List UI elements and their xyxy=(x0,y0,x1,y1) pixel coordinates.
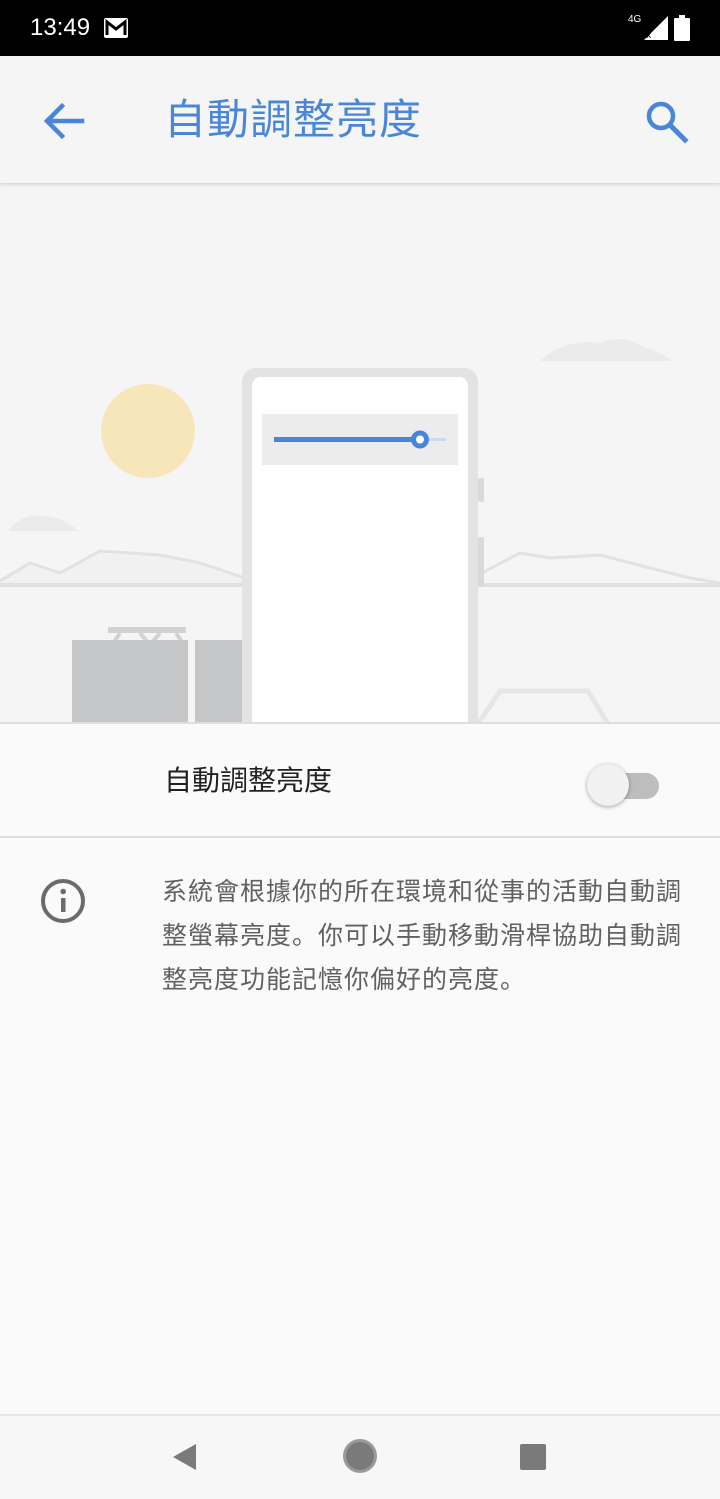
search-button[interactable] xyxy=(638,93,694,149)
back-button[interactable] xyxy=(36,93,92,149)
navigation-bar xyxy=(0,1414,720,1499)
cloud-shape xyxy=(540,339,672,361)
divider xyxy=(0,722,720,724)
auto-brightness-switch[interactable] xyxy=(585,761,661,806)
app-bar: 自動調整亮度 xyxy=(0,56,720,183)
nav-recents-icon[interactable] xyxy=(519,1443,547,1471)
signal-icon: x xyxy=(644,16,668,40)
divider xyxy=(0,836,720,838)
auto-brightness-label: 自動調整亮度 xyxy=(164,764,333,797)
arrow-back-icon xyxy=(43,102,85,140)
building-block xyxy=(195,640,245,724)
info-icon xyxy=(41,879,85,923)
auto-brightness-row[interactable]: 自動調整亮度 xyxy=(0,726,720,836)
network-type-label: 4G xyxy=(628,14,642,25)
nav-home-icon[interactable] xyxy=(342,1438,378,1474)
brightness-thumb-icon xyxy=(411,430,429,449)
gmail-icon xyxy=(104,18,128,38)
brightness-illustration xyxy=(0,339,720,724)
slider-fill xyxy=(274,437,420,442)
nav-back-icon[interactable] xyxy=(170,1442,198,1472)
status-bar: 13:49 4G x xyxy=(0,0,720,56)
switch-thumb xyxy=(587,764,629,806)
sun-icon xyxy=(101,384,195,478)
battery-icon xyxy=(674,15,690,41)
svg-text:x: x xyxy=(646,31,652,40)
page-title: 自動調整亮度 xyxy=(164,95,423,144)
info-description: 系統會根據你的所在環境和從事的活動自動調整螢幕亮度。你可以手動移動滑桿協助自動調… xyxy=(162,877,683,994)
hero-illustration xyxy=(0,183,720,724)
cloud-shape xyxy=(8,515,78,531)
building-block xyxy=(72,640,188,724)
status-time: 13:49 xyxy=(30,14,91,41)
search-icon xyxy=(646,101,689,144)
